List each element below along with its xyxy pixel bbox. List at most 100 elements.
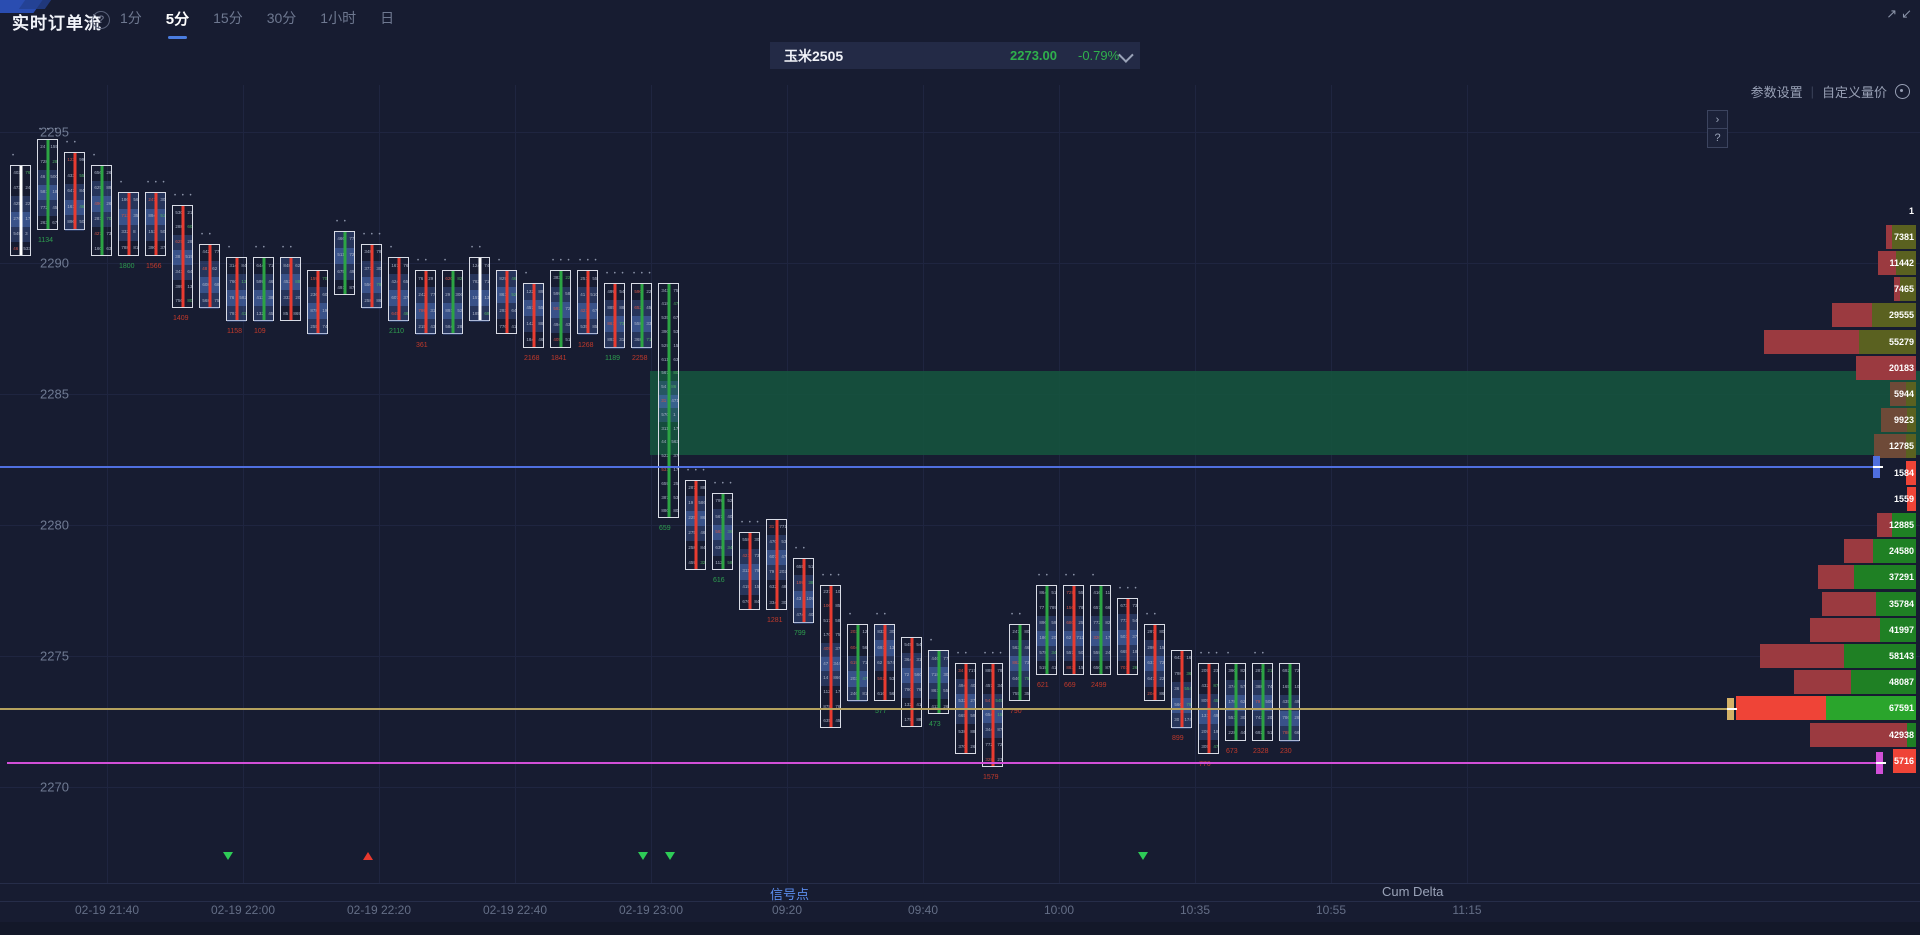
imbalance-dots: •	[1227, 651, 1231, 657]
candle-body-line	[1099, 586, 1102, 675]
panel-collapse-button[interactable]: ›	[1707, 110, 1728, 130]
imbalance-dots: • •	[1254, 651, 1266, 657]
candle-body-line	[1018, 625, 1021, 701]
current-price-line-tick	[1727, 708, 1737, 710]
candle-body-line	[775, 520, 778, 609]
ladder-value: 1559	[1894, 494, 1914, 504]
imbalance-dots: • • •	[174, 193, 194, 199]
imbalance-dots: • • •	[1200, 651, 1220, 657]
imbalance-dots: • • •	[363, 232, 383, 238]
footprint-candle: 25155641510421678535851	[577, 270, 598, 334]
footprint-candle: 7629242770799310215432	[415, 270, 436, 334]
ladder-value: 24580	[1889, 546, 1914, 556]
imbalance-dots: • •	[255, 245, 267, 251]
ladder-bar-segment	[1794, 670, 1851, 694]
imbalance-dots: •	[12, 153, 16, 159]
footprint-candle: 1597023660487819255749	[307, 270, 328, 334]
delta-label: 230	[1280, 748, 1292, 755]
signal-marker-up	[363, 852, 373, 860]
delta-label: 1134	[38, 237, 53, 244]
imbalance-dots: • •	[1011, 612, 1023, 618]
ladder-bar-segment	[1760, 644, 1844, 668]
candle-body-line	[856, 625, 859, 701]
ladder-value: 5716	[1894, 756, 1914, 766]
candle-body-line	[802, 559, 805, 621]
candle-body-line	[73, 153, 76, 229]
footprint-candle: 16776242465607379645466	[388, 257, 409, 321]
delta-label: 361	[416, 342, 428, 349]
panel-help-button[interactable]: ?	[1707, 128, 1728, 148]
imbalance-dots: • • •	[606, 271, 626, 277]
footprint-candle: 6208262930689152358428	[442, 270, 463, 334]
ladder-value: 1584	[1894, 468, 1914, 478]
ladder-value: 11442	[1889, 258, 1914, 268]
imbalance-dots: • •	[1146, 612, 1158, 618]
delta-label: 1189	[605, 355, 620, 362]
candle-body-line	[748, 533, 751, 609]
candle-body-line	[208, 245, 211, 307]
delta-high-line	[0, 466, 1873, 468]
ladder-value: 35784	[1889, 599, 1914, 609]
cum-delta-panel-label[interactable]: Cum Delta	[1382, 884, 1443, 899]
candle-body-line	[370, 245, 373, 307]
delta-label: 1409	[173, 315, 189, 322]
ladder-value: 7465	[1894, 284, 1914, 294]
footprint-candle: 416118657660772820326175559249650879	[1090, 585, 1111, 676]
ladder-value: 41997	[1889, 625, 1914, 635]
footprint-candle: 1865667133533328788817	[118, 192, 139, 256]
delta-label: 2258	[632, 355, 648, 362]
footprint-candle: 799528567409563367639343112584	[712, 493, 733, 571]
imbalance-dots: • •	[282, 245, 294, 251]
delta-label: 2110	[389, 328, 404, 335]
candle-body-line	[19, 166, 22, 255]
x-axis-label: 02-19 22:40	[483, 903, 547, 917]
delta-label: 1800	[119, 263, 135, 270]
ladder-bar-segment	[1818, 565, 1854, 589]
candle-body-line	[937, 651, 940, 713]
ladder-bar-segment	[1810, 618, 1880, 642]
candle-body-line	[451, 271, 454, 333]
current-price-line	[0, 708, 1727, 710]
imbalance-dots: •	[849, 612, 853, 618]
footprint-candle: 67373077354050137665188701267	[1117, 598, 1138, 676]
x-axis-label: 10:35	[1180, 903, 1210, 917]
y-axis-label: 2290	[40, 256, 69, 271]
imbalance-dots: •	[444, 258, 448, 264]
footprint-candle: 3437574184765356739053652915261163756780…	[658, 283, 679, 518]
ladder-value: 12785	[1889, 441, 1914, 451]
footprint-candle: 247302894515153504390376	[145, 192, 166, 256]
imbalance-dots: • •	[471, 245, 483, 251]
imbalance-dots: •	[498, 258, 502, 264]
candle-body-line	[46, 140, 49, 229]
footprint-candle: 297808298153631721647220204863	[1144, 624, 1165, 702]
delta-label: 669	[1064, 682, 1076, 689]
panel-separator	[0, 883, 1920, 884]
h-gridline	[0, 132, 1920, 133]
candle-body-line	[127, 193, 130, 255]
footprint-candle: 390828374570178627551308228441	[1225, 663, 1246, 741]
candle-body-line	[991, 664, 994, 766]
footprint-candle: 72955615678668025062712557504881153	[1063, 585, 1084, 676]
chart-area[interactable]: 2295229022852280227522704037674732454252…	[0, 0, 1920, 935]
y-axis-label: 2275	[40, 649, 69, 664]
ladder-value: 67591	[1889, 703, 1914, 713]
candle-body-line	[640, 284, 643, 346]
delta-label: 2328	[1253, 748, 1269, 755]
candle-body-line	[1180, 651, 1183, 727]
ladder-value: 55279	[1889, 337, 1914, 347]
imbalance-dots: • • •	[39, 127, 59, 133]
candle-body-line	[1072, 586, 1075, 675]
footprint-candle: 403767473245425224276177549346533	[10, 165, 31, 256]
footprint-candle: 38322659958592729494433405519	[550, 270, 571, 348]
footprint-candle: 656265625894490266281707427739160638	[91, 165, 112, 256]
footprint-candle: 31484376013676582791419	[226, 257, 247, 321]
signal-marker-down	[1138, 852, 1148, 860]
signal-panel-label[interactable]: 信号点	[770, 884, 809, 903]
imbalance-dots: • •	[1038, 573, 1050, 579]
delta-low-line	[7, 762, 1876, 764]
delta-label: 621	[1037, 682, 1049, 689]
x-axis-label: 02-19 22:20	[347, 903, 411, 917]
ladder-value: 29555	[1889, 310, 1914, 320]
ladder-value: 42938	[1889, 730, 1914, 740]
imbalance-dots: •	[93, 153, 97, 159]
